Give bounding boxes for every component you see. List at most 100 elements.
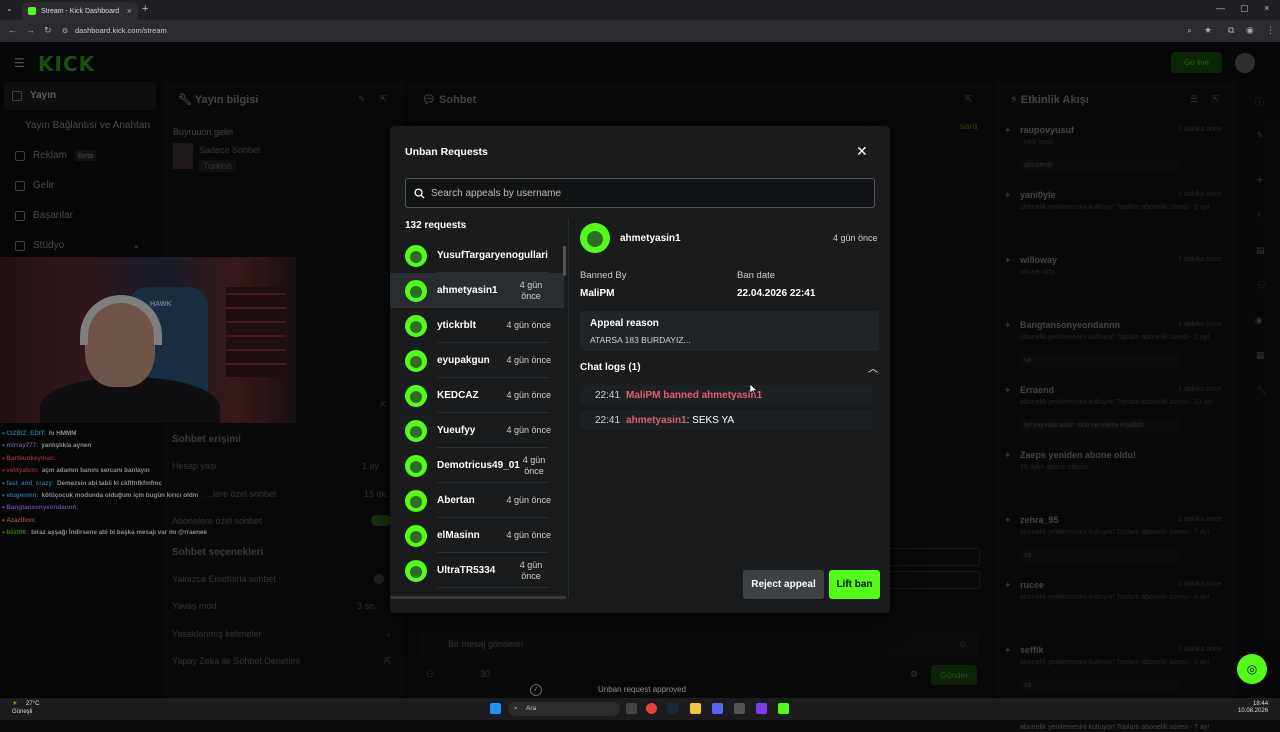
request-list-item[interactable]: YusufTargaryenogullari (390, 238, 564, 273)
appeal-reason-title: Appeal reason (590, 318, 659, 329)
reject-appeal-button[interactable]: Reject appeal (743, 570, 824, 599)
close-window-icon[interactable]: × (1264, 3, 1269, 13)
toast-notification: ✓ Unban request approved (530, 681, 750, 698)
close-tab-icon[interactable]: × (127, 6, 132, 16)
unban-requests-modal: Unban Requests ✕ 132 requests YusufTarga… (390, 126, 890, 613)
browser-tabbar: ⌄ Stream - Kick Dashboard × + — ▢ × (0, 0, 1280, 20)
request-list: YusufTargaryenogullari ahmetyasin1 4 gün ö… (390, 238, 566, 598)
request-username: ytickrblt (437, 320, 476, 331)
reload-icon[interactable]: ↻ (44, 25, 52, 36)
request-count: 132 requests (405, 220, 467, 231)
list-horizontal-scrollbar[interactable] (390, 596, 566, 599)
request-username: Yueufyy (437, 425, 476, 436)
bookmark-star-icon[interactable]: ★ (1204, 25, 1212, 36)
back-icon[interactable]: ← (8, 25, 17, 35)
folder-icon[interactable] (690, 703, 701, 714)
help-button[interactable]: ◎ (1237, 654, 1267, 684)
avatar (405, 349, 427, 372)
avatar (405, 454, 427, 477)
avatar (405, 524, 427, 547)
discord-icon[interactable] (712, 703, 723, 714)
request-time: 4 gün önce (506, 495, 551, 505)
kick-app-icon[interactable] (778, 703, 789, 714)
avatar (405, 244, 427, 267)
chat-logs-title[interactable]: Chat logs (1) (580, 362, 641, 373)
zoom-icon[interactable]: ⌕ (1187, 25, 1192, 36)
list-scrollbar[interactable] (563, 246, 566, 276)
request-list-item[interactable]: ytickrblt 4 gün önce (390, 308, 564, 343)
request-time: 4 gün önce (519, 279, 543, 301)
avatar (580, 223, 610, 253)
tab-list-icon[interactable]: ⌄ (6, 4, 13, 13)
request-username: YusufTargaryenogullari (437, 250, 548, 261)
taskbar-clock[interactable]: 18:44 10.08.2026 (1238, 701, 1268, 715)
request-time: 4 gün önce (506, 425, 551, 435)
mouse-cursor-icon (750, 384, 758, 395)
avatar (405, 384, 427, 407)
address-bar: ← → ↻ ⚙ dashboard.kick.com/stream ⌕ ★ ⧉ … (0, 20, 1280, 42)
extensions-icon[interactable]: ⧉ (1228, 25, 1234, 36)
request-list-item[interactable]: Yueufyy 4 gün önce (390, 413, 564, 448)
search-input[interactable] (431, 187, 851, 199)
request-username: ahmetyasin1 (437, 285, 498, 296)
appeal-reason-text: ATARSA 183 BURDAYIZ... (590, 335, 691, 345)
app-icon[interactable] (734, 703, 745, 714)
request-username: eyupakgun (437, 355, 490, 366)
search-box[interactable] (405, 178, 875, 208)
avatar (405, 489, 427, 512)
request-list-item[interactable]: eyupakgun 4 gün önce (390, 343, 564, 378)
ban-date-value: 22.04.2026 22:41 (737, 288, 816, 299)
minimize-icon[interactable]: — (1216, 3, 1225, 13)
browser-tab[interactable]: Stream - Kick Dashboard × (22, 2, 138, 20)
app-icon[interactable] (756, 703, 767, 714)
maximize-icon[interactable]: ▢ (1240, 3, 1249, 14)
url-text[interactable]: dashboard.kick.com/stream (75, 26, 167, 35)
request-username: UltraTR5334 (437, 565, 496, 576)
profile-icon[interactable]: ◉ (1246, 25, 1254, 36)
chrome-icon[interactable] (646, 703, 657, 714)
forward-icon[interactable]: → (26, 25, 35, 35)
steam-icon[interactable] (667, 703, 678, 714)
ban-date-label: Ban date (737, 270, 776, 281)
request-username: elMasinn (437, 530, 480, 541)
appeal-reason-box: Appeal reason ATARSA 183 BURDAYIZ... (580, 311, 879, 351)
lift-ban-button[interactable]: Lift ban (829, 570, 880, 599)
request-time: 4 gün önce (519, 559, 543, 581)
request-list-item[interactable]: elMasinn 4 gün önce (390, 518, 564, 553)
request-list-item[interactable]: ahmetyasin1 4 gün önce (390, 273, 564, 308)
activity-description: abonelik yenilemesini kutluyor! Toplam a… (1020, 724, 1210, 731)
request-list-item[interactable]: KEDCAZ 4 gün önce (390, 378, 564, 413)
request-username: KEDCAZ (437, 390, 479, 401)
windows-start-icon[interactable] (490, 703, 501, 714)
menu-icon[interactable]: ⋮ (1266, 25, 1275, 36)
avatar (405, 559, 427, 582)
task-view-icon[interactable] (626, 703, 637, 714)
headset-icon: ◎ (1246, 662, 1258, 676)
request-list-item[interactable]: Abertan 4 gün önce (390, 483, 564, 518)
site-info-icon[interactable]: ⚙ (62, 27, 68, 35)
banned-by-value: MaliPM (580, 288, 615, 299)
request-time: 4 gün önce (506, 530, 551, 540)
taskbar: ☀︎ 27°C Güneşli ⌕ Ara 18:44 10.08.2026 (0, 698, 1280, 720)
pane-divider (568, 218, 569, 598)
tab-title: Stream - Kick Dashboard (41, 7, 120, 15)
modal-title: Unban Requests (405, 146, 488, 158)
avatar (405, 314, 427, 337)
detail-username[interactable]: ahmetyasin1 (620, 233, 681, 244)
detail-time: 4 gün önce (833, 233, 878, 243)
request-list-item[interactable]: UltraTR5334 4 gün önce (390, 553, 564, 588)
request-time: 4 gün önce (506, 355, 551, 365)
request-list-item[interactable]: Demotricus49_01 4 gün önce (390, 448, 564, 483)
banned-by-label: Banned By (580, 270, 627, 281)
new-tab-icon[interactable]: + (142, 3, 148, 15)
chevron-up-icon[interactable]: ︿ (868, 360, 878, 375)
request-time: 4 gün önce (506, 390, 551, 400)
request-time: 4 gün önce (506, 320, 551, 330)
request-username: Abertan (437, 495, 475, 506)
weather-widget[interactable]: ☀︎ 27°C Güneşli (12, 701, 39, 715)
request-username: Demotricus49_01 (437, 460, 520, 471)
search-icon (414, 187, 425, 199)
kick-favicon-icon (28, 7, 36, 15)
taskbar-search[interactable]: ⌕ Ara (508, 702, 620, 716)
close-icon[interactable]: ✕ (856, 143, 868, 160)
